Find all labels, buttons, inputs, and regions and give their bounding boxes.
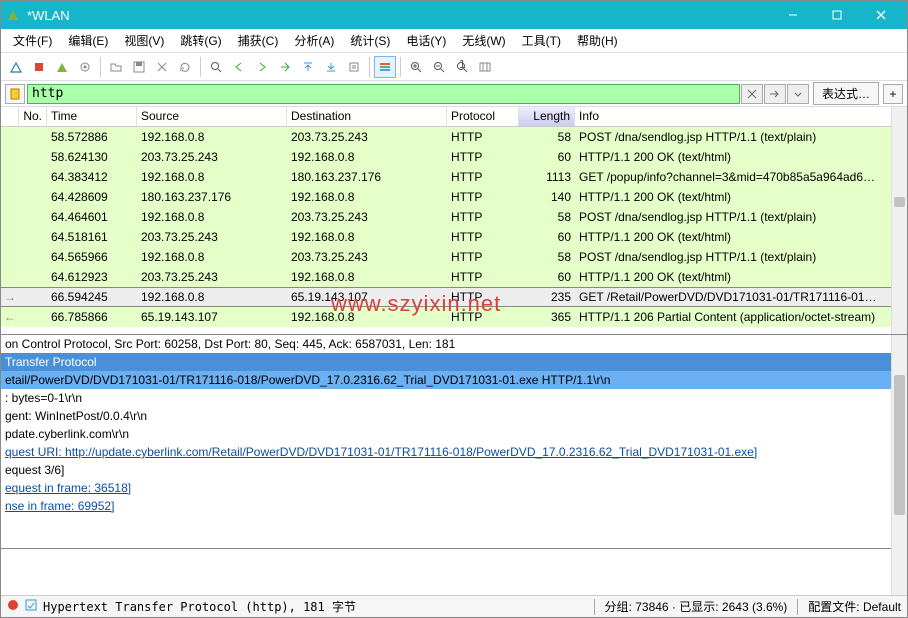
menu-item-5[interactable]: 分析(A) xyxy=(286,29,342,52)
column-length[interactable]: Length xyxy=(519,107,575,126)
column-destination[interactable]: Destination xyxy=(287,107,447,126)
menu-item-4[interactable]: 捕获(C) xyxy=(230,29,287,52)
menu-item-8[interactable]: 无线(W) xyxy=(454,29,513,52)
open-file-button[interactable] xyxy=(105,56,127,78)
detail-line[interactable]: equest 3/6] xyxy=(1,461,907,479)
menu-item-9[interactable]: 工具(T) xyxy=(514,29,569,52)
packet-row[interactable]: 58.572886192.168.0.8203.73.25.243HTTP58P… xyxy=(1,127,907,147)
packet-details-pane[interactable]: on Control Protocol, Src Port: 60258, Ds… xyxy=(1,335,907,549)
detail-line[interactable]: Transfer Protocol xyxy=(1,353,907,371)
capture-file-icon[interactable] xyxy=(25,599,37,614)
packet-list-body[interactable]: 58.572886192.168.0.8203.73.25.243HTTP58P… xyxy=(1,127,907,335)
status-packets: 分组: 73846 · 已显示: 2643 (3.6%) xyxy=(605,598,788,615)
column-source[interactable]: Source xyxy=(137,107,287,126)
column-time[interactable]: Time xyxy=(47,107,137,126)
goto-last-button[interactable] xyxy=(320,56,342,78)
packet-row[interactable]: 58.624130203.73.25.243192.168.0.8HTTP60H… xyxy=(1,147,907,167)
go-forward-button[interactable] xyxy=(251,56,273,78)
packet-list-pane: No. Time Source Destination Protocol Len… xyxy=(1,107,907,335)
find-packet-button[interactable] xyxy=(205,56,227,78)
menu-item-10[interactable]: 帮助(H) xyxy=(569,29,626,52)
detail-line[interactable]: quest URI: http://update.cyberlink.com/R… xyxy=(1,443,907,461)
restart-capture-button[interactable] xyxy=(51,56,73,78)
zoom-reset-button[interactable]: 1 xyxy=(451,56,473,78)
packet-row[interactable]: 64.428609180.163.237.176192.168.0.8HTTP1… xyxy=(1,187,907,207)
menubar: 文件(F)编辑(E)视图(V)跳转(G)捕获(C)分析(A)统计(S)电话(Y)… xyxy=(1,29,907,53)
maximize-button[interactable] xyxy=(815,1,859,29)
packet-row[interactable]: →66.594245192.168.0.865.19.143.107HTTP23… xyxy=(1,287,907,307)
column-info[interactable]: Info xyxy=(575,107,907,126)
filter-add-button[interactable]: + xyxy=(883,84,903,104)
display-filter-input[interactable] xyxy=(27,84,740,104)
packet-row[interactable]: ←66.78586665.19.143.107192.168.0.8HTTP36… xyxy=(1,307,907,327)
autoscroll-button[interactable] xyxy=(343,56,365,78)
packet-row[interactable]: 64.518161203.73.25.243192.168.0.8HTTP60H… xyxy=(1,227,907,247)
menu-item-0[interactable]: 文件(F) xyxy=(5,29,60,52)
packet-row[interactable]: 64.565966192.168.0.8203.73.25.243HTTP58P… xyxy=(1,247,907,267)
capture-options-button[interactable] xyxy=(74,56,96,78)
packet-list-header[interactable]: No. Time Source Destination Protocol Len… xyxy=(1,107,907,127)
zoom-out-button[interactable] xyxy=(428,56,450,78)
detail-line[interactable]: etail/PowerDVD/DVD171031-01/TR171116-018… xyxy=(1,371,907,389)
column-no[interactable]: No. xyxy=(19,107,47,126)
colorize-button[interactable] xyxy=(374,56,396,78)
detail-line[interactable]: on Control Protocol, Src Port: 60258, Ds… xyxy=(1,335,907,353)
expression-button[interactable]: 表达式… xyxy=(813,82,879,105)
start-capture-button[interactable] xyxy=(5,56,27,78)
svg-text:1: 1 xyxy=(459,60,466,71)
detail-line[interactable]: equest in frame: 36518] xyxy=(1,479,907,497)
detail-line[interactable]: nse in frame: 69952] xyxy=(1,497,907,515)
zoom-in-button[interactable] xyxy=(405,56,427,78)
goto-first-button[interactable] xyxy=(297,56,319,78)
packet-row[interactable]: 64.612923203.73.25.243192.168.0.8HTTP60H… xyxy=(1,267,907,287)
toolbar: 1 xyxy=(1,53,907,81)
menu-item-1[interactable]: 编辑(E) xyxy=(60,29,116,52)
go-back-button[interactable] xyxy=(228,56,250,78)
app-icon xyxy=(5,7,21,23)
window-title: *WLAN xyxy=(27,8,771,23)
details-scrollbar[interactable] xyxy=(891,335,907,601)
menu-item-2[interactable]: 视图(V) xyxy=(116,29,172,52)
save-file-button[interactable] xyxy=(128,56,150,78)
status-bar: Hypertext Transfer Protocol (http), 181 … xyxy=(1,595,907,617)
status-profile[interactable]: 配置文件: Default xyxy=(808,598,901,615)
menu-item-6[interactable]: 统计(S) xyxy=(342,29,398,52)
menu-item-7[interactable]: 电话(Y) xyxy=(398,29,454,52)
filter-bookmark-button[interactable] xyxy=(5,84,25,104)
packet-row[interactable]: 64.464601192.168.0.8203.73.25.243HTTP58P… xyxy=(1,207,907,227)
stop-capture-button[interactable] xyxy=(28,56,50,78)
packet-row[interactable]: 64.383412192.168.0.8180.163.237.176HTTP1… xyxy=(1,167,907,187)
column-protocol[interactable]: Protocol xyxy=(447,107,519,126)
reload-button[interactable] xyxy=(174,56,196,78)
detail-line[interactable]: pdate.cyberlink.com\r\n xyxy=(1,425,907,443)
close-file-button[interactable] xyxy=(151,56,173,78)
filter-history-button[interactable] xyxy=(787,84,809,104)
resize-columns-button[interactable] xyxy=(474,56,496,78)
expert-info-icon[interactable] xyxy=(7,599,19,614)
filter-bar: 表达式… + xyxy=(1,81,907,107)
detail-line[interactable]: gent: WinInetPost/0.0.4\r\n xyxy=(1,407,907,425)
titlebar: *WLAN xyxy=(1,1,907,29)
status-field: Hypertext Transfer Protocol (http), 181 … xyxy=(43,598,356,615)
minimize-button[interactable] xyxy=(771,1,815,29)
goto-packet-button[interactable] xyxy=(274,56,296,78)
menu-item-3[interactable]: 跳转(G) xyxy=(172,29,229,52)
detail-line[interactable]: : bytes=0-1\r\n xyxy=(1,389,907,407)
close-button[interactable] xyxy=(859,1,903,29)
filter-clear-button[interactable] xyxy=(741,84,763,104)
filter-apply-button[interactable] xyxy=(764,84,786,104)
packet-list-scrollbar[interactable] xyxy=(891,107,907,334)
